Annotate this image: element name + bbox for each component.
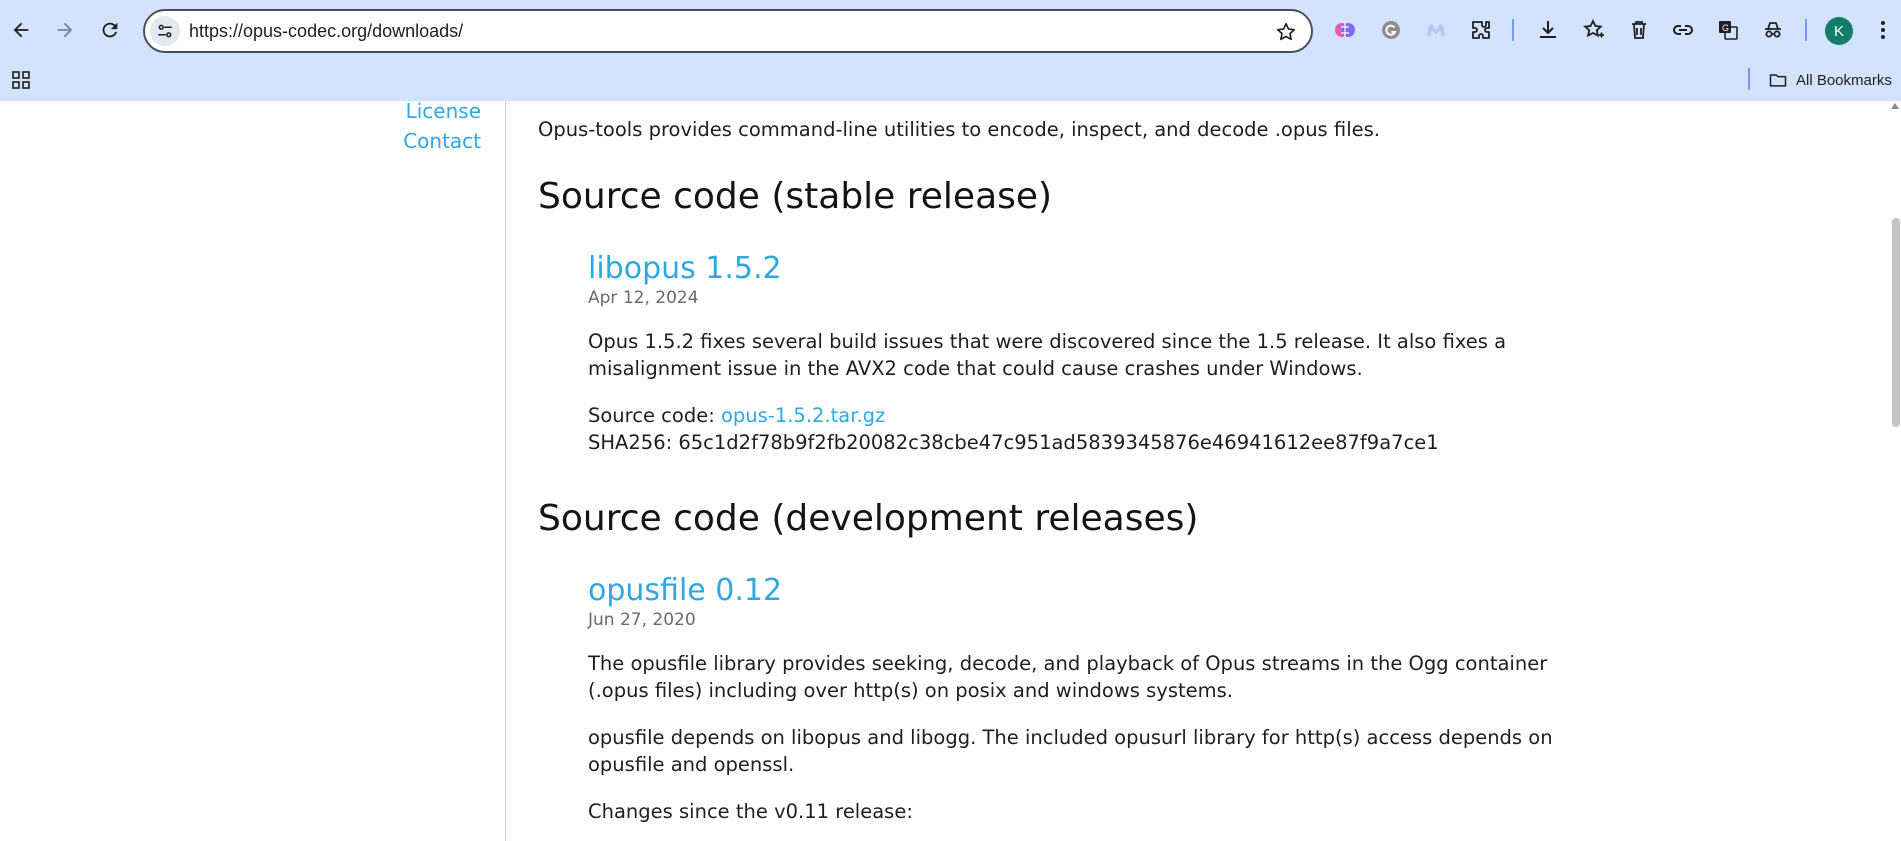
release-date: Jun 27, 2020 xyxy=(588,610,696,630)
download-icon xyxy=(1540,21,1556,38)
address-bar[interactable]: https://opus-codec.org/downloads/ xyxy=(143,9,1313,53)
reading-list-button[interactable] xyxy=(1579,15,1609,45)
source-code-line: Source code: opus-1.5.2.tar.gz xyxy=(588,402,1588,429)
opus-tools-intro: Opus-tools provides command-line utiliti… xyxy=(538,118,1380,141)
kebab-menu-icon xyxy=(1881,21,1885,39)
all-bookmarks-label: All Bookmarks xyxy=(1796,71,1892,89)
source-download-link[interactable]: opus-1.5.2.tar.gz xyxy=(721,404,885,427)
reading-list-icon xyxy=(1583,18,1604,38)
back-arrow-icon xyxy=(13,22,29,38)
malwarebytes-icon xyxy=(1427,24,1445,36)
copy-link-button[interactable] xyxy=(1668,15,1698,45)
bookmarks-divider xyxy=(1748,68,1750,90)
link-icon xyxy=(1673,25,1693,35)
page-scrollbar[interactable] xyxy=(1888,101,1901,841)
release-dependencies: opusfile depends on libopus and libogg. … xyxy=(588,726,1553,776)
reload-icon xyxy=(102,22,118,38)
translate-button[interactable]: G xyxy=(1713,15,1743,45)
browser-menu-button[interactable] xyxy=(1872,15,1894,45)
release-changes-label: Changes since the v0.11 release: xyxy=(588,800,913,823)
browser-toolbar: https://opus-codec.org/downloads/ G K xyxy=(0,0,1901,60)
sidebar-link-license[interactable]: License xyxy=(406,101,481,123)
ai-extension-button[interactable] xyxy=(1330,15,1360,45)
sidebar-link-contact[interactable]: Contact xyxy=(403,129,481,153)
grammarly-extension-button[interactable] xyxy=(1376,15,1406,45)
site-info-button[interactable] xyxy=(150,16,180,46)
source-code-label: Source code: xyxy=(588,404,721,427)
release-opusfile: opusfile 0.12 Jun 27, 2020 The opusfile … xyxy=(588,573,1588,825)
translate-icon: G xyxy=(1719,21,1738,40)
sha256-line: SHA256: 65c1d2f78b9f2fb20082c38cbe47c951… xyxy=(588,431,1439,454)
bookmark-star-button[interactable] xyxy=(1273,19,1299,45)
grammarly-icon xyxy=(1382,21,1400,39)
release-title-link[interactable]: opusfile 0.12 xyxy=(588,573,1588,608)
profile-avatar[interactable]: K xyxy=(1825,17,1853,45)
back-button[interactable] xyxy=(4,13,38,47)
ai-brain-extension-icon xyxy=(1335,23,1355,37)
page-viewport: License Contact Opus-tools provides comm… xyxy=(0,101,1901,841)
reload-button[interactable] xyxy=(93,13,127,47)
delete-button[interactable] xyxy=(1624,15,1654,45)
all-bookmarks-button[interactable]: All Bookmarks xyxy=(1768,65,1892,95)
development-releases-heading: Source code (development releases) xyxy=(538,498,1199,539)
stable-release-heading: Source code (stable release) xyxy=(538,176,1053,217)
release-libopus: libopus 1.5.2 Apr 12, 2024 Opus 1.5.2 fi… xyxy=(588,251,1588,456)
puzzle-extensions-icon xyxy=(1472,21,1490,39)
release-date: Apr 12, 2024 xyxy=(588,288,699,308)
site-info-icon xyxy=(158,24,172,38)
forward-arrow-icon xyxy=(57,22,73,38)
incognito-button[interactable] xyxy=(1758,15,1788,45)
url-text[interactable]: https://opus-codec.org/downloads/ xyxy=(189,21,463,42)
toolbar-divider xyxy=(1805,19,1807,41)
release-description: Opus 1.5.2 fixes several build issues th… xyxy=(588,330,1507,380)
malwarebytes-extension-button[interactable] xyxy=(1421,15,1451,45)
browser-chrome: https://opus-codec.org/downloads/ G K Al… xyxy=(0,0,1901,101)
toolbar-divider xyxy=(1512,19,1514,41)
apps-grid-icon xyxy=(12,71,30,89)
downloads-button[interactable] xyxy=(1533,15,1563,45)
forward-button[interactable] xyxy=(48,13,82,47)
scrollbar-thumb[interactable] xyxy=(1892,218,1900,427)
release-description: The opusfile library provides seeking, d… xyxy=(588,652,1548,702)
folder-icon xyxy=(1769,74,1787,87)
bookmarks-bar: All Bookmarks xyxy=(0,60,1901,101)
svg-text:G: G xyxy=(1722,23,1729,33)
release-title-link[interactable]: libopus 1.5.2 xyxy=(588,251,1588,286)
apps-button[interactable] xyxy=(6,65,36,95)
site-sidebar: License Contact xyxy=(0,101,506,841)
incognito-spy-icon xyxy=(1765,22,1781,38)
star-icon xyxy=(1276,22,1296,41)
scroll-up-icon[interactable] xyxy=(1891,103,1899,109)
trash-icon xyxy=(1632,21,1646,39)
extensions-button[interactable] xyxy=(1466,15,1496,45)
